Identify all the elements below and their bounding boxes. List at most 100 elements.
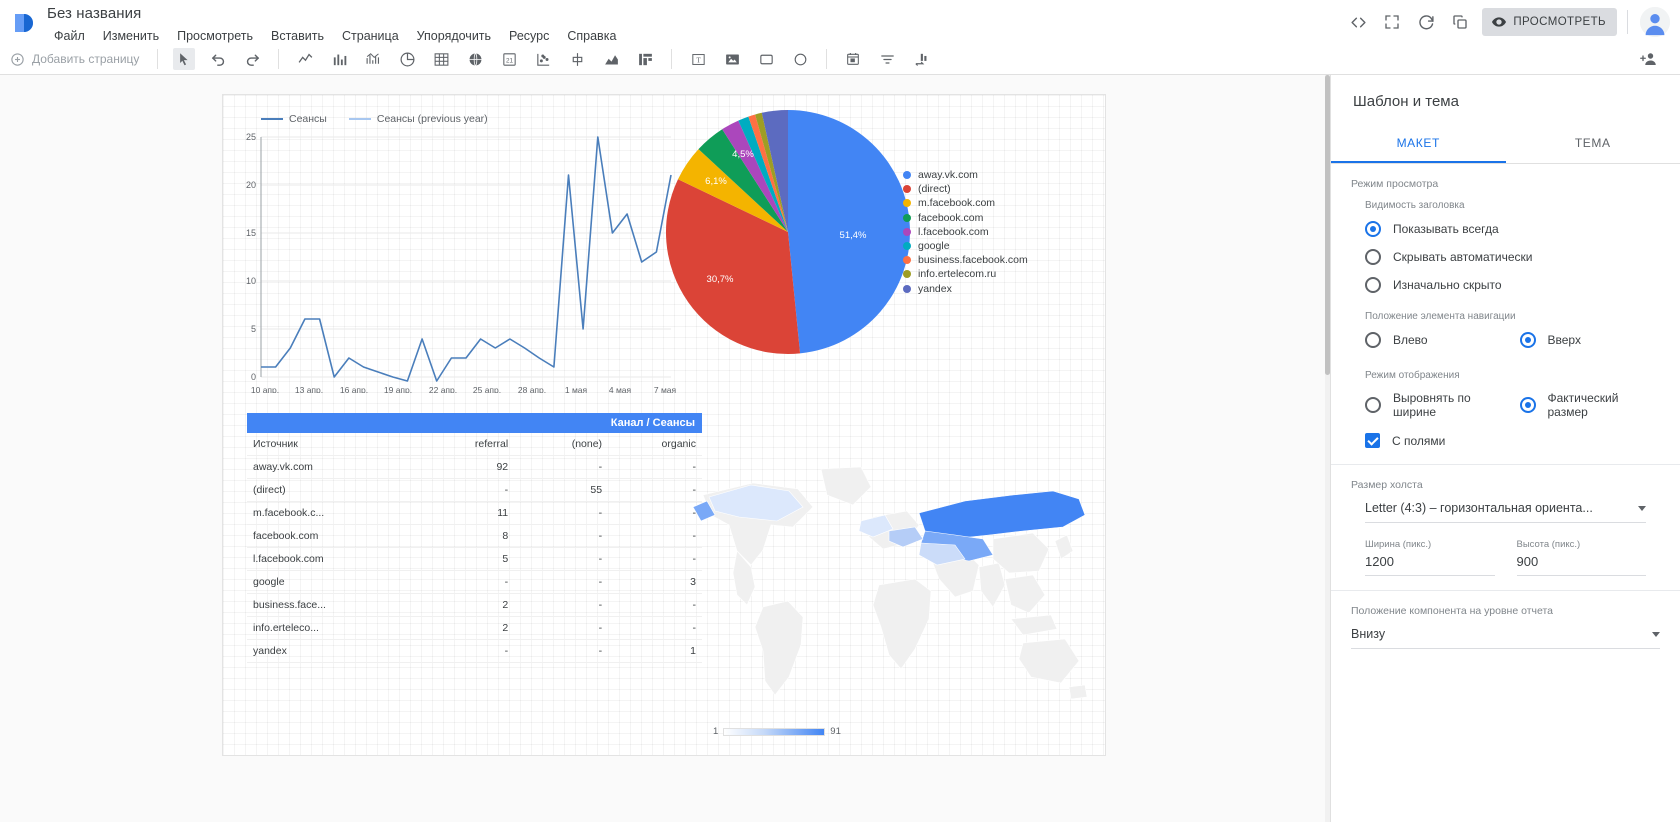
legend-item[interactable]: m.facebook.com (903, 196, 1028, 210)
bar-chart-icon[interactable] (328, 48, 350, 70)
menu-resource[interactable]: Ресурс (500, 26, 558, 46)
legend-swatch (348, 117, 371, 121)
time-series-chart-icon[interactable] (294, 48, 316, 70)
table-row[interactable]: google - -3 (247, 570, 702, 594)
bullet-chart-icon[interactable] (566, 48, 588, 70)
svg-text:20: 20 (246, 180, 256, 190)
legend-item[interactable]: facebook.com (903, 211, 1028, 225)
radio-fit-width[interactable]: Выровнять по ширине (1365, 391, 1506, 419)
date-range-control-icon[interactable] (842, 48, 864, 70)
canvas-height-input[interactable]: 900 (1516, 554, 1646, 576)
table-row[interactable]: m.facebook.c... 11- - (247, 501, 702, 525)
time-series-chart[interactable]: Сеансы Сеансы (previous year) 25 20 15 1… (231, 103, 686, 395)
document-title[interactable]: Без названия (47, 5, 141, 22)
cell-none: - (514, 616, 609, 640)
nav-position-label: Положение элемента навигации (1365, 311, 1516, 322)
radio-header-always[interactable]: Показывать всегда (1365, 221, 1660, 237)
checkbox-with-margins[interactable]: С полями (1365, 433, 1660, 448)
text-box-icon[interactable]: T (687, 48, 709, 70)
circle-shape-icon[interactable] (789, 48, 811, 70)
table-row[interactable]: facebook.com 8- - (247, 524, 702, 548)
table-row[interactable]: yandex - -1 (247, 639, 702, 663)
radio-nav-left[interactable]: Влево (1365, 332, 1506, 348)
table-row[interactable]: away.vk.com 92- - (247, 455, 702, 479)
pie-chart[interactable]: 51,4% 30,7% 6,1% 4,5% away.vk.com (direc… (663, 105, 1083, 385)
table-row[interactable]: (direct) -55- (247, 478, 702, 502)
cell-source: (direct) (247, 478, 421, 502)
fullscreen-icon[interactable] (1376, 6, 1408, 38)
cell-referral: 5 (420, 547, 515, 571)
add-page-button[interactable]: Добавить страницу (10, 52, 139, 67)
legend-item[interactable]: google (903, 239, 1028, 253)
column-header-referral[interactable]: referral (420, 433, 515, 456)
menu-help[interactable]: Справка (558, 26, 625, 46)
canvas-width-input[interactable]: 1200 (1365, 554, 1495, 576)
legend-item[interactable]: (direct) (903, 182, 1028, 196)
canvas-preset-select[interactable]: Letter (4:3) – горизонтальная ориента... (1365, 501, 1646, 523)
avatar[interactable] (1640, 7, 1670, 37)
component-position-select[interactable]: Внизу (1351, 627, 1660, 649)
menu-edit[interactable]: Изменить (94, 26, 168, 46)
refresh-icon[interactable] (1410, 6, 1442, 38)
radio-actual-size[interactable]: Фактический размер (1519, 391, 1661, 419)
legend-dot (903, 199, 911, 208)
legend-dot (903, 171, 911, 180)
legend-item[interactable]: business.facebook.com (903, 253, 1028, 267)
menu-view[interactable]: Просмотреть (168, 26, 262, 46)
area-chart-icon[interactable] (600, 48, 622, 70)
column-header-none[interactable]: (none) (514, 433, 609, 456)
rectangle-shape-icon[interactable] (755, 48, 777, 70)
pivot-table-icon[interactable] (634, 48, 656, 70)
legend-item[interactable]: yandex (903, 282, 1028, 296)
eye-icon (1492, 17, 1507, 27)
radio-header-autohide[interactable]: Скрывать автоматически (1365, 249, 1660, 265)
menu-file[interactable]: Файл (45, 26, 94, 46)
data-table[interactable]: Канал / Сеансы Источник referral (none) … (247, 413, 702, 663)
tab-layout[interactable]: МАКЕТ (1331, 124, 1506, 163)
menu-insert[interactable]: Вставить (262, 26, 333, 46)
menu-page[interactable]: Страница (333, 26, 408, 46)
preview-button[interactable]: ПРОСМОТРЕТЬ (1482, 8, 1617, 36)
legend-item[interactable]: info.ertelecom.ru (903, 267, 1028, 281)
legend-dot (903, 284, 911, 293)
radio-header-hidden[interactable]: Изначально скрыто (1365, 277, 1660, 293)
divider (278, 49, 280, 69)
legend-item[interactable]: l.facebook.com (903, 225, 1028, 239)
geo-map-chart[interactable]: 1 91 (692, 455, 1093, 745)
undo-icon[interactable] (207, 48, 229, 70)
filter-control-icon[interactable] (876, 48, 898, 70)
canvas-width-field: Ширина (пикс.) 1200 (1365, 539, 1495, 576)
geo-map-icon[interactable] (464, 48, 486, 70)
cell-source: yandex (247, 639, 421, 663)
redo-icon[interactable] (241, 48, 263, 70)
radio-nav-top[interactable]: Вверх (1519, 332, 1661, 348)
data-studio-logo[interactable] (10, 8, 38, 36)
table-chart-icon[interactable] (430, 48, 452, 70)
chevron-down-icon (1652, 631, 1660, 637)
canvas-preset-value: Letter (4:3) – горизонтальная ориента... (1365, 501, 1593, 515)
table-row[interactable]: business.face... 2- - (247, 593, 702, 617)
column-header-source[interactable]: Источник (247, 433, 421, 456)
scorecard-icon[interactable]: 21 (498, 48, 520, 70)
tab-theme[interactable]: ТЕМА (1506, 124, 1680, 163)
report-canvas[interactable]: Сеансы Сеансы (previous year) 25 20 15 1… (222, 94, 1106, 756)
combo-chart-icon[interactable] (362, 48, 384, 70)
data-control-icon[interactable] (910, 48, 932, 70)
menu-arrange[interactable]: Упорядочить (408, 26, 500, 46)
cell-organic: - (608, 593, 702, 617)
select-tool-icon[interactable] (173, 48, 196, 70)
add-person-icon[interactable] (1638, 48, 1660, 70)
table-row[interactable]: l.facebook.com 5- - (247, 547, 702, 571)
radio-icon (1365, 332, 1381, 348)
cell-source: business.face... (247, 593, 421, 617)
column-header-organic[interactable]: organic (608, 433, 702, 456)
copy-icon[interactable] (1444, 6, 1476, 38)
pie-chart-icon[interactable] (396, 48, 418, 70)
scatter-chart-icon[interactable] (532, 48, 554, 70)
radio-label: Показывать всегда (1393, 222, 1499, 236)
table-row[interactable]: info.erteleco... 2- - (247, 616, 702, 640)
legend-item[interactable]: away.vk.com (903, 168, 1028, 182)
embed-code-icon[interactable] (1342, 6, 1374, 38)
radio-icon (1365, 277, 1381, 293)
image-icon[interactable] (721, 48, 743, 70)
